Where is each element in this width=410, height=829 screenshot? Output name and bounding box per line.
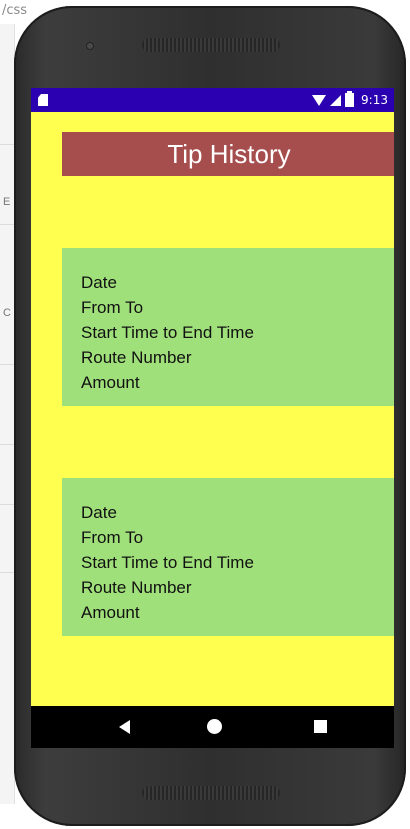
camera-icon	[86, 42, 94, 50]
tip-amount: Amount	[81, 373, 140, 392]
tip-route-number: Route Number	[81, 348, 192, 367]
side-letter: E	[3, 196, 11, 208]
divider	[0, 572, 14, 573]
recents-icon[interactable]	[314, 720, 327, 733]
status-clock: 9:13	[361, 93, 388, 107]
tip-card[interactable]: Date From To Start Time to End Time Rout…	[62, 478, 394, 636]
status-icons: 9:13	[312, 88, 388, 112]
home-icon[interactable]	[207, 719, 222, 734]
tip-from-to: From To	[81, 298, 144, 317]
wifi-icon	[312, 94, 327, 106]
page-title: Tip History	[62, 132, 394, 176]
navigation-bar	[31, 706, 394, 748]
tip-time-range: Start Time to End Time	[81, 553, 254, 572]
tip-route-number: Route Number	[81, 578, 192, 597]
status-bar: 9:13	[31, 88, 394, 112]
tip-from-to: From To	[81, 528, 144, 547]
speaker-grille-top	[142, 38, 280, 52]
tip-date: Date	[81, 273, 117, 292]
tip-time-range: Start Time to End Time	[81, 323, 254, 342]
side-letter: C	[3, 307, 11, 319]
battery-icon	[345, 91, 355, 107]
divider	[0, 444, 14, 445]
tip-card[interactable]: Date From To Start Time to End Time Rout…	[62, 248, 394, 406]
signal-icon	[330, 94, 342, 106]
back-icon[interactable]	[119, 720, 130, 734]
browser-side-panel: E C	[0, 24, 15, 804]
app-screen: 9:13 Tip History Date From To Start Time…	[31, 88, 394, 748]
speaker-grille-bottom	[142, 786, 280, 800]
sd-card-icon	[38, 94, 48, 106]
tip-amount: Amount	[81, 603, 140, 622]
divider	[0, 144, 14, 145]
divider	[0, 224, 14, 225]
phone-frame: 9:13 Tip History Date From To Start Time…	[14, 6, 406, 826]
divider	[0, 364, 14, 365]
tip-date: Date	[81, 503, 117, 522]
divider	[0, 504, 14, 505]
